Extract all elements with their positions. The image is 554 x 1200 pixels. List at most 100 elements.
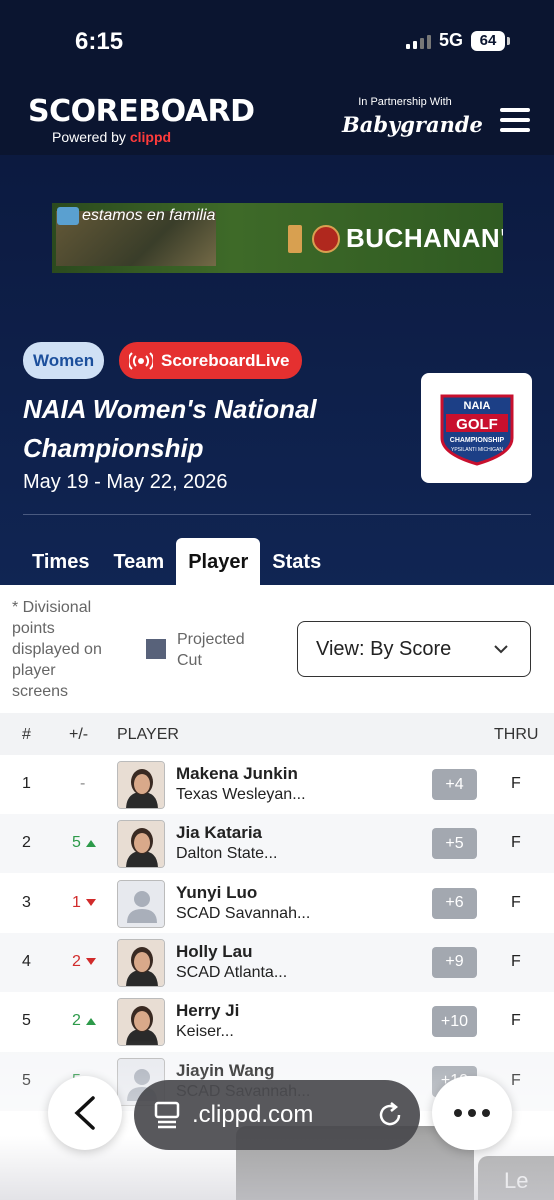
row-thru: F bbox=[511, 834, 521, 852]
back-button[interactable] bbox=[48, 1076, 122, 1150]
hamburger-icon[interactable] bbox=[500, 108, 530, 132]
signal-icon bbox=[405, 33, 431, 49]
row-move: 5 bbox=[72, 834, 96, 852]
row-rank: 3 bbox=[22, 893, 31, 911]
ad-play-icon bbox=[57, 207, 79, 225]
chevron-left-icon bbox=[74, 1096, 95, 1130]
status-time: 6:15 bbox=[75, 28, 124, 55]
tab-team[interactable]: Team bbox=[101, 538, 176, 586]
row-move-value: - bbox=[80, 775, 86, 792]
reload-icon[interactable] bbox=[376, 1101, 404, 1129]
broadcast-icon bbox=[129, 351, 153, 370]
row-move-value: 2 bbox=[72, 1012, 81, 1030]
status-icons: 5G 64 bbox=[405, 30, 510, 51]
event-dates: May 19 - May 22, 2026 bbox=[23, 471, 228, 493]
chevron-down-icon bbox=[494, 645, 508, 654]
table-row[interactable]: 3 1 Yunyi Luo SCAD Savannah... +6 F bbox=[0, 874, 554, 933]
player-name[interactable]: Yunyi Luo bbox=[176, 883, 257, 903]
scoreboard-logo[interactable]: SCOREBOARD Powered by clippd bbox=[28, 94, 255, 145]
emblem-location: YPSILANTI MICHIGAN bbox=[451, 447, 503, 453]
player-school: SCAD Atlanta... bbox=[176, 963, 288, 981]
table-row[interactable]: 4 2 Holly Lau SCAD Atlanta... +9 F bbox=[0, 932, 554, 992]
row-rank: 2 bbox=[22, 834, 31, 852]
page: 6:15 5G 64 SCOREBOARD Powered by clippd … bbox=[0, 0, 554, 1200]
more-options-button[interactable] bbox=[432, 1076, 512, 1150]
player-avatar bbox=[117, 761, 165, 809]
table-header: # +/- PLAYER THRU bbox=[0, 713, 554, 755]
partner-block[interactable]: In Partnership With Babygrande bbox=[342, 96, 483, 137]
view-select[interactable]: View: By Score bbox=[297, 621, 531, 677]
battery-icon: 64 bbox=[471, 30, 505, 51]
row-thru: F bbox=[511, 952, 521, 970]
header-player: PLAYER bbox=[117, 726, 179, 743]
more-dot-icon bbox=[482, 1109, 490, 1117]
player-school: Texas Wesleyan... bbox=[176, 786, 306, 803]
ad-brand-label: BUCHANAN'S bbox=[346, 223, 503, 253]
tab-times[interactable]: Times bbox=[20, 538, 101, 586]
player-name[interactable]: Jia Kataria bbox=[176, 823, 262, 843]
player-avatar bbox=[117, 998, 165, 1047]
player-avatar bbox=[117, 938, 165, 987]
row-rank: 4 bbox=[22, 952, 31, 970]
score-badge: +5 bbox=[432, 828, 477, 860]
row-move-value: 1 bbox=[72, 893, 81, 911]
player-name[interactable]: Herry Ji bbox=[176, 1001, 239, 1021]
row-move-value: 2 bbox=[72, 952, 81, 970]
arrow-up-icon bbox=[85, 839, 96, 847]
logo-subtitle: Powered by clippd bbox=[28, 129, 255, 145]
score-badge: +10 bbox=[432, 1006, 477, 1038]
row-rank: 5 bbox=[22, 1012, 31, 1030]
score-badge: +6 bbox=[432, 887, 477, 919]
player-name[interactable]: Makena Junkin bbox=[176, 764, 298, 784]
row-move: 2 bbox=[72, 1012, 96, 1030]
ad-tagline: estamos en familia bbox=[82, 207, 216, 224]
tabs-icon bbox=[154, 1101, 180, 1129]
view-tabs: Times Team Player Stats bbox=[20, 538, 333, 586]
row-move: 1 bbox=[72, 894, 96, 912]
battery-tip bbox=[507, 36, 510, 45]
top-header: 6:15 5G 64 SCOREBOARD Powered by clippd … bbox=[0, 0, 554, 155]
partner-brand: Babygrande bbox=[342, 112, 483, 137]
score-badge: +9 bbox=[432, 946, 477, 978]
url-text: .clippd.com bbox=[192, 1101, 314, 1128]
row-move: 2 bbox=[72, 953, 96, 971]
more-dot-icon bbox=[468, 1109, 476, 1117]
row-thru: F bbox=[511, 775, 521, 792]
seal-icon bbox=[312, 224, 340, 253]
live-badge[interactable]: ScoreboardLive bbox=[119, 342, 302, 379]
url-bar[interactable]: .clippd.com bbox=[134, 1080, 420, 1150]
arrow-down-icon bbox=[85, 899, 96, 907]
player-avatar bbox=[117, 879, 165, 928]
bottle-icon bbox=[288, 224, 302, 253]
partner-label: In Partnership With bbox=[358, 96, 452, 108]
score-badge: +4 bbox=[432, 769, 477, 800]
tab-stats[interactable]: Stats bbox=[260, 538, 333, 586]
championship-logo: NAIA GOLF CHAMPIONSHIP YPSILANTI MICHIGA… bbox=[421, 373, 532, 483]
player-avatar bbox=[117, 820, 165, 869]
row-move-value: 5 bbox=[72, 834, 81, 852]
table-row[interactable]: 1 - Makena Junkin Texas Wesleyan... +4 F bbox=[0, 755, 554, 814]
ad-banner[interactable]: estamos en familia BUCHANAN'S bbox=[52, 203, 503, 273]
logo-sub-brand: clippd bbox=[129, 129, 172, 145]
player-name[interactable]: Holly Lau bbox=[176, 942, 253, 962]
header-thru: THRU bbox=[494, 726, 539, 743]
player-school: Keiser... bbox=[176, 1023, 234, 1041]
view-select-value: View: By Score bbox=[316, 637, 452, 660]
header-move: +/- bbox=[69, 726, 89, 743]
arrow-down-icon bbox=[85, 958, 96, 966]
row-move: - bbox=[80, 775, 85, 793]
tab-player[interactable]: Player bbox=[176, 538, 261, 586]
header-rank: # bbox=[22, 726, 31, 743]
network-label: 5G bbox=[438, 30, 463, 50]
table-row[interactable]: 2 5 Jia Kataria Dalton State... +5 F bbox=[0, 814, 554, 874]
logo-title: SCOREBOARD bbox=[28, 94, 255, 129]
projected-cut-label: Projected Cut bbox=[177, 631, 245, 669]
logo-sub-prefix: Powered by bbox=[52, 129, 126, 145]
player-school: SCAD Savannah... bbox=[176, 904, 311, 922]
emblem-golf: GOLF bbox=[456, 416, 498, 433]
row-rank: 1 bbox=[22, 775, 31, 792]
golf-championship-emblem: NAIA GOLF CHAMPIONSHIP YPSILANTI MICHIGA… bbox=[440, 394, 513, 466]
live-badge-label: ScoreboardLive bbox=[161, 350, 290, 370]
ad-brand: BUCHANAN'S bbox=[288, 223, 503, 254]
hero-divider bbox=[23, 514, 531, 515]
